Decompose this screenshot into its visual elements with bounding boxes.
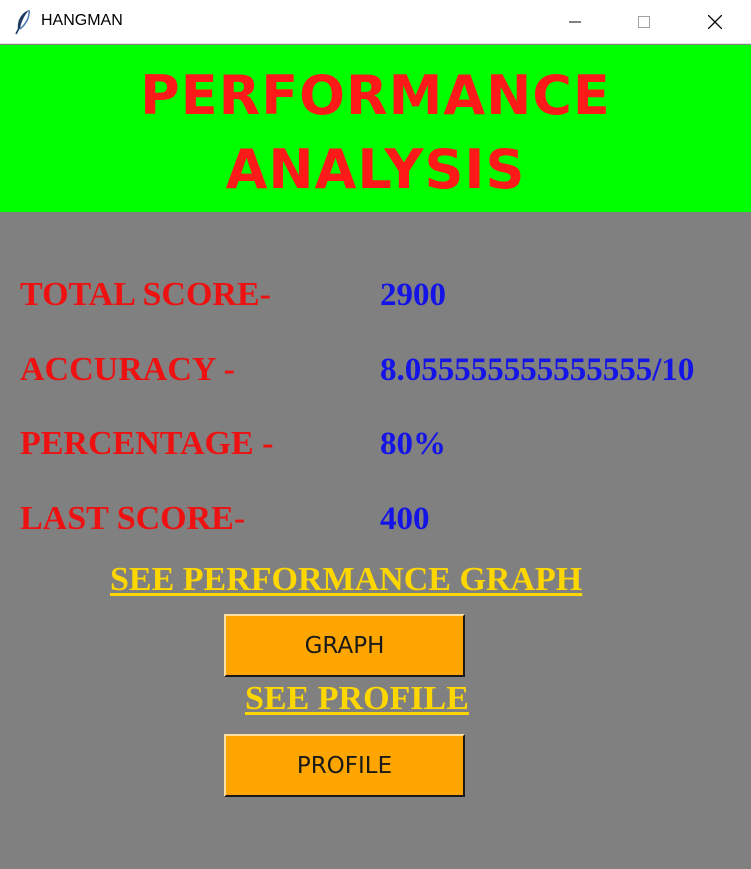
maximize-button[interactable]	[621, 0, 667, 44]
last-score-label: LAST SCORE-	[20, 500, 246, 537]
feather-icon	[14, 9, 32, 35]
accuracy-value: 8.055555555555555/10	[380, 352, 695, 388]
graph-button[interactable]: GRAPH	[224, 614, 465, 677]
close-button[interactable]	[692, 0, 738, 44]
window-titlebar: HANGMAN	[0, 0, 751, 44]
window-title: HANGMAN	[41, 12, 123, 29]
accuracy-label: ACCURACY -	[20, 351, 235, 388]
total-score-label: TOTAL SCORE-	[20, 276, 271, 313]
see-profile-link[interactable]: SEE PROFILE	[245, 680, 469, 718]
minimize-button[interactable]	[552, 0, 598, 44]
total-score-value: 2900	[380, 277, 446, 313]
close-icon	[708, 15, 722, 29]
percentage-value: 80%	[380, 426, 446, 462]
header-banner: PERFORMANCE ANALYSIS	[0, 45, 751, 212]
percentage-label: PERCENTAGE -	[20, 425, 274, 462]
last-score-value: 400	[380, 501, 430, 537]
page-title: PERFORMANCE ANALYSIS	[140, 64, 611, 201]
see-performance-graph-link[interactable]: SEE PERFORMANCE GRAPH	[110, 561, 582, 599]
profile-button[interactable]: PROFILE	[224, 734, 465, 797]
maximize-icon	[638, 16, 650, 28]
minimize-icon	[569, 21, 581, 23]
